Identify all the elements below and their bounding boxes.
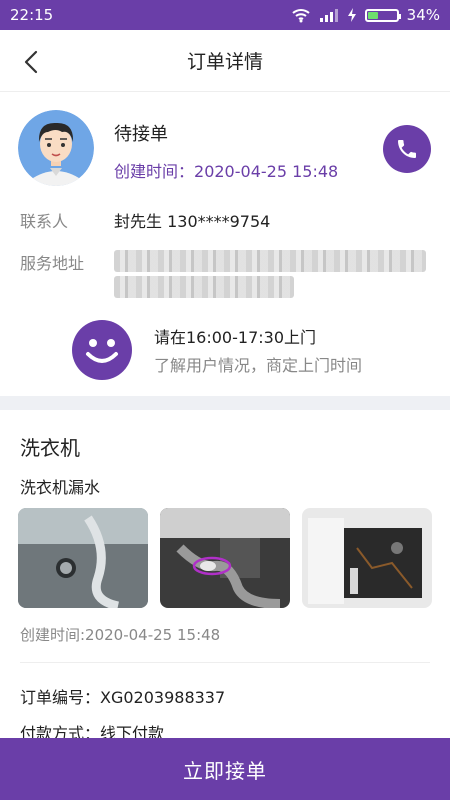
order-number: 订单编号：XG0203988337 bbox=[20, 688, 226, 707]
created-time: 创建时间：2020-04-25 15:48 bbox=[114, 158, 338, 182]
photo-2[interactable] bbox=[160, 508, 290, 608]
order-detail-card: 洗衣机 洗衣机漏水 创建时间:2020-04-25 15:48 订单编号：XG0… bbox=[0, 410, 450, 743]
back-button[interactable] bbox=[18, 48, 46, 76]
created-value: 2020-04-25 15:48 bbox=[194, 162, 339, 181]
wifi-icon bbox=[291, 9, 310, 23]
accept-order-button[interactable]: 立即接单 bbox=[0, 738, 450, 800]
address-value-redacted bbox=[114, 250, 426, 272]
detail-created-time: 创建时间:2020-04-25 15:48 bbox=[20, 626, 221, 644]
appliance-title: 洗衣机 bbox=[20, 436, 80, 460]
chevron-left-icon bbox=[24, 50, 38, 74]
page-title: 订单详情 bbox=[186, 51, 263, 73]
status-icons: 34% bbox=[291, 6, 440, 24]
problem-description: 洗衣机漏水 bbox=[20, 478, 101, 497]
address-label: 服务地址 bbox=[20, 254, 85, 273]
battery-icon bbox=[364, 8, 401, 22]
battery-percent: 34% bbox=[406, 6, 440, 24]
header: 订单详情 bbox=[0, 30, 450, 92]
charging-icon bbox=[347, 8, 356, 22]
status-time: 22:15 bbox=[10, 6, 54, 24]
address-value-redacted-line2 bbox=[114, 276, 294, 298]
smile-icon bbox=[72, 320, 132, 380]
created-label: 创建时间： bbox=[114, 162, 195, 181]
divider bbox=[20, 662, 430, 663]
contact-label: 联系人 bbox=[20, 212, 69, 231]
battery-fill bbox=[367, 11, 378, 19]
contact-value: 封先生 130****9754 bbox=[114, 212, 271, 231]
photo-1[interactable] bbox=[18, 508, 148, 608]
order-summary-card: 待接单 创建时间：2020-04-25 15:48 联系人 封先生 130***… bbox=[0, 92, 450, 396]
photo-3[interactable] bbox=[302, 508, 432, 608]
phone-icon bbox=[398, 140, 416, 158]
visit-hint: 了解用户情况，商定上门时间 bbox=[154, 356, 363, 375]
signal-icon bbox=[319, 9, 338, 22]
status-bar: 22:15 34% bbox=[0, 0, 450, 30]
order-status: 待接单 bbox=[114, 124, 168, 145]
call-button[interactable] bbox=[383, 125, 431, 173]
visit-window: 请在16:00-17:30上门 bbox=[154, 328, 316, 347]
avatar bbox=[18, 110, 94, 186]
